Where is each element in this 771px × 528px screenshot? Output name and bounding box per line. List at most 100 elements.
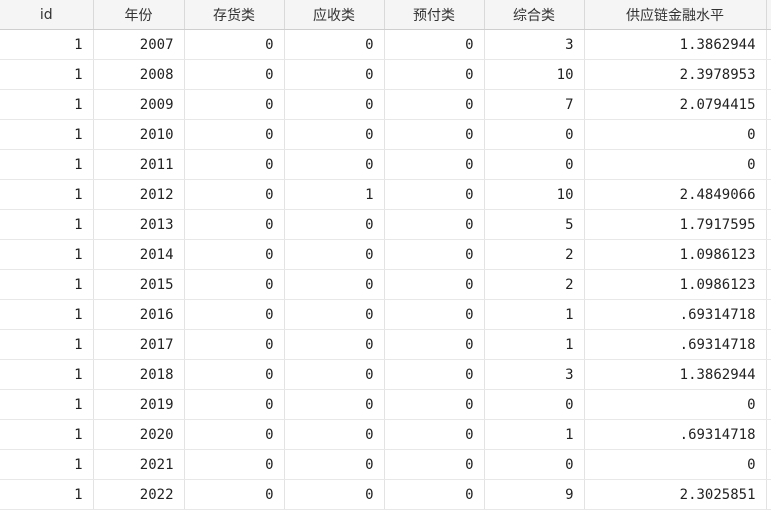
cell-inventory[interactable]: 0 xyxy=(184,209,285,240)
cell-id[interactable]: 1 xyxy=(0,239,94,270)
cell-receivables[interactable]: 0 xyxy=(284,389,385,420)
cell-year[interactable]: 2021 xyxy=(93,449,185,480)
cell-inventory[interactable]: 0 xyxy=(184,59,285,90)
cell-inventory[interactable]: 0 xyxy=(184,359,285,390)
table-row[interactable]: 1 2007 0 0 0 3 1.3862944 xyxy=(0,29,771,60)
cell-receivables[interactable]: 0 xyxy=(284,359,385,390)
cell-prepayment[interactable]: 0 xyxy=(384,329,485,360)
cell-id[interactable]: 1 xyxy=(0,89,94,120)
cell-scf-level[interactable]: .69314718 xyxy=(584,299,767,330)
cell-prepayment[interactable]: 0 xyxy=(384,59,485,90)
cell-id[interactable]: 1 xyxy=(0,119,94,150)
cell-composite[interactable]: 1 xyxy=(484,299,585,330)
cell-inventory[interactable]: 0 xyxy=(184,329,285,360)
table-row[interactable]: 1 2014 0 0 0 2 1.0986123 xyxy=(0,239,771,270)
cell-receivables[interactable]: 0 xyxy=(284,239,385,270)
table-row[interactable]: 1 2022 0 0 0 9 2.3025851 xyxy=(0,479,771,510)
cell-composite[interactable]: 1 xyxy=(484,329,585,360)
cell-inventory[interactable]: 0 xyxy=(184,449,285,480)
table-row[interactable]: 1 2010 0 0 0 0 0 xyxy=(0,119,771,150)
cell-scf-level[interactable]: 2.0794415 xyxy=(584,89,767,120)
cell-receivables[interactable]: 0 xyxy=(284,89,385,120)
cell-inventory[interactable]: 0 xyxy=(184,149,285,180)
cell-composite[interactable]: 0 xyxy=(484,149,585,180)
cell-composite[interactable]: 0 xyxy=(484,389,585,420)
cell-year[interactable]: 2019 xyxy=(93,389,185,420)
cell-prepayment[interactable]: 0 xyxy=(384,149,485,180)
cell-inventory[interactable]: 0 xyxy=(184,269,285,300)
cell-year[interactable]: 2013 xyxy=(93,209,185,240)
cell-receivables[interactable]: 0 xyxy=(284,149,385,180)
column-header-composite[interactable]: 综合类 xyxy=(484,0,585,30)
cell-composite[interactable]: 7 xyxy=(484,89,585,120)
cell-composite[interactable]: 2 xyxy=(484,239,585,270)
cell-scf-level[interactable]: 0 xyxy=(584,389,767,420)
cell-scf-level[interactable]: 1.3862944 xyxy=(584,359,767,390)
cell-receivables[interactable]: 0 xyxy=(284,209,385,240)
table-row[interactable]: 1 2013 0 0 0 5 1.7917595 xyxy=(0,209,771,240)
table-row[interactable]: 1 2017 0 0 0 1.69314718 xyxy=(0,329,771,360)
cell-id[interactable]: 1 xyxy=(0,329,94,360)
column-header-receivables[interactable]: 应收类 xyxy=(284,0,385,30)
table-row[interactable]: 1 2008 0 0 0 10 2.3978953 xyxy=(0,59,771,90)
cell-composite[interactable]: 10 xyxy=(484,59,585,90)
cell-year[interactable]: 2016 xyxy=(93,299,185,330)
cell-prepayment[interactable]: 0 xyxy=(384,89,485,120)
table-row[interactable]: 1 2019 0 0 0 0 0 xyxy=(0,389,771,420)
cell-inventory[interactable]: 0 xyxy=(184,389,285,420)
cell-scf-level[interactable]: 0 xyxy=(584,149,767,180)
cell-year[interactable]: 2010 xyxy=(93,119,185,150)
cell-inventory[interactable]: 0 xyxy=(184,479,285,510)
cell-id[interactable]: 1 xyxy=(0,479,94,510)
cell-scf-level[interactable]: 2.3978953 xyxy=(584,59,767,90)
cell-id[interactable]: 1 xyxy=(0,149,94,180)
cell-inventory[interactable]: 0 xyxy=(184,419,285,450)
cell-composite[interactable]: 2 xyxy=(484,269,585,300)
cell-year[interactable]: 2009 xyxy=(93,89,185,120)
cell-scf-level[interactable]: 1.7917595 xyxy=(584,209,767,240)
cell-scf-level[interactable]: .69314718 xyxy=(584,329,767,360)
cell-year[interactable]: 2014 xyxy=(93,239,185,270)
cell-prepayment[interactable]: 0 xyxy=(384,449,485,480)
cell-prepayment[interactable]: 0 xyxy=(384,479,485,510)
cell-receivables[interactable]: 0 xyxy=(284,449,385,480)
cell-prepayment[interactable]: 0 xyxy=(384,269,485,300)
cell-receivables[interactable]: 0 xyxy=(284,479,385,510)
cell-year[interactable]: 2020 xyxy=(93,419,185,450)
cell-inventory[interactable]: 0 xyxy=(184,119,285,150)
cell-id[interactable]: 1 xyxy=(0,389,94,420)
cell-receivables[interactable]: 0 xyxy=(284,299,385,330)
cell-scf-level[interactable]: 2.4849066 xyxy=(584,179,767,210)
cell-year[interactable]: 2007 xyxy=(93,29,185,60)
cell-scf-level[interactable]: .69314718 xyxy=(584,419,767,450)
cell-id[interactable]: 1 xyxy=(0,209,94,240)
cell-composite[interactable]: 1 xyxy=(484,419,585,450)
column-header-prepayment[interactable]: 预付类 xyxy=(384,0,485,30)
cell-prepayment[interactable]: 0 xyxy=(384,359,485,390)
cell-composite[interactable]: 3 xyxy=(484,359,585,390)
table-row[interactable]: 1 2015 0 0 0 2 1.0986123 xyxy=(0,269,771,300)
cell-year[interactable]: 2022 xyxy=(93,479,185,510)
cell-id[interactable]: 1 xyxy=(0,59,94,90)
cell-scf-level[interactable]: 0 xyxy=(584,449,767,480)
cell-scf-level[interactable]: 1.0986123 xyxy=(584,269,767,300)
cell-id[interactable]: 1 xyxy=(0,179,94,210)
cell-id[interactable]: 1 xyxy=(0,419,94,450)
cell-inventory[interactable]: 0 xyxy=(184,89,285,120)
cell-year[interactable]: 2018 xyxy=(93,359,185,390)
table-row[interactable]: 1 2016 0 0 0 1.69314718 xyxy=(0,299,771,330)
cell-year[interactable]: 2012 xyxy=(93,179,185,210)
column-header-inventory[interactable]: 存货类 xyxy=(184,0,285,30)
cell-inventory[interactable]: 0 xyxy=(184,179,285,210)
cell-receivables[interactable]: 0 xyxy=(284,329,385,360)
cell-composite[interactable]: 0 xyxy=(484,119,585,150)
cell-receivables[interactable]: 0 xyxy=(284,269,385,300)
table-row[interactable]: 1 2009 0 0 0 7 2.0794415 xyxy=(0,89,771,120)
cell-inventory[interactable]: 0 xyxy=(184,299,285,330)
cell-prepayment[interactable]: 0 xyxy=(384,239,485,270)
cell-year[interactable]: 2015 xyxy=(93,269,185,300)
cell-inventory[interactable]: 0 xyxy=(184,239,285,270)
cell-id[interactable]: 1 xyxy=(0,299,94,330)
cell-receivables[interactable]: 1 xyxy=(284,179,385,210)
cell-year[interactable]: 2017 xyxy=(93,329,185,360)
